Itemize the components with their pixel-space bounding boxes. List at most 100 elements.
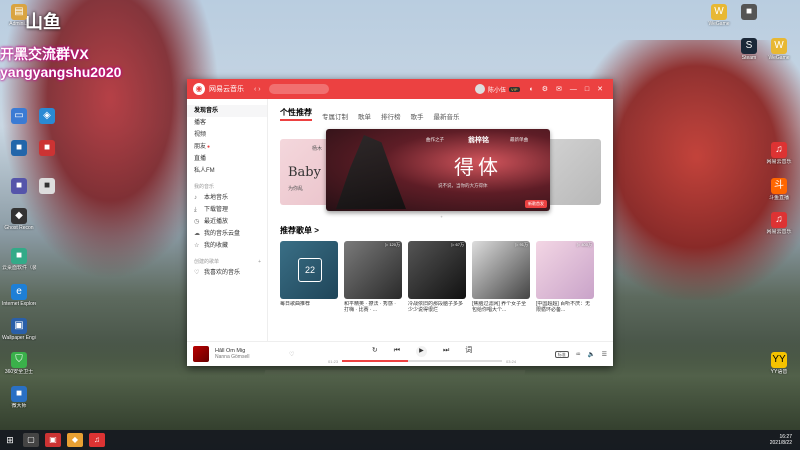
taskbar-app-icon[interactable]: ▢: [23, 433, 39, 447]
calendar-icon: 22: [298, 258, 322, 282]
desktop-icon-yy[interactable]: YY YY语音: [762, 352, 796, 375]
playlist-card[interactable]: ▷ 120万 和平精英 · 撩法 · 秀感 · 打嗨 · 比赛 · ...: [344, 241, 402, 313]
playlist-grid: 22 每日歌曲推荐 ▷ 120万 和平精英 · 撩法 · 秀感 · 打嗨 · 比…: [280, 241, 601, 313]
lyrics-icon[interactable]: 词: [465, 347, 472, 354]
volume-icon[interactable]: 🔈: [587, 352, 594, 358]
desktop-icon-netease-music[interactable]: ♫ 网易云音乐: [762, 142, 796, 165]
star-icon: ☆: [194, 243, 200, 249]
app-icon: ■: [39, 178, 55, 194]
desktop-icon[interactable]: ◈: [30, 108, 64, 125]
desktop-icon-netease-music[interactable]: ♫ 网易云音乐: [762, 212, 796, 235]
sidebar-item-video[interactable]: 视频: [187, 129, 267, 141]
playlist-cover: ▷ 91万: [472, 241, 530, 299]
skin-icon[interactable]: ◐: [530, 86, 534, 93]
desktop-icon[interactable]: ■: [30, 178, 64, 195]
music-icon: ♫: [771, 212, 787, 228]
sidebar-item-local-music[interactable]: ♪ 本地音乐: [187, 192, 267, 204]
desktop-icon[interactable]: ■ 微大师: [2, 386, 36, 409]
tab-artists[interactable]: 歌手: [411, 111, 424, 121]
desktop-icon-douyu[interactable]: 斗斗鱼直播: [762, 178, 796, 201]
desktop-icon[interactable]: ▤ Admini...: [2, 4, 36, 27]
sidebar-item-fm[interactable]: 私人FM: [187, 165, 267, 177]
gear-icon[interactable]: ⚙: [542, 85, 548, 93]
sidebar-item-downloads[interactable]: ⤓ 下载管理: [187, 204, 267, 216]
progress-slider[interactable]: [342, 360, 503, 362]
desktop-icon-wegame[interactable]: W WeGame: [762, 38, 796, 61]
music-icon: ♫: [771, 142, 787, 158]
maximize-icon[interactable]: □: [585, 86, 589, 93]
playlist-cover: 22: [280, 241, 338, 299]
desktop-icon-ghost-recon[interactable]: ◆ Ghost Recon: [2, 208, 36, 231]
sidebar-item-live[interactable]: 直播: [187, 153, 267, 165]
overlay-line-1: 开黑交流群VX: [0, 46, 89, 62]
sidebar-item-podcast[interactable]: 播客: [187, 117, 267, 129]
now-playing-info: Hâll Om Mig Nanna Gömsell: [215, 348, 285, 360]
system-clock[interactable]: 16:27 2021/8/22: [770, 434, 792, 446]
sidebar-item-recent[interactable]: ◷ 最近播放: [187, 216, 267, 228]
next-icon[interactable]: ⏭: [443, 347, 449, 354]
banner-artwork: [336, 135, 406, 209]
tab-custom[interactable]: 专属订制: [322, 111, 348, 121]
app-icon: ■: [11, 248, 27, 264]
section-title-recommended-playlists[interactable]: 推荐歌单 >: [280, 225, 601, 236]
title-bar[interactable]: ◉ 网易云音乐 ‹ › 陈小伍 VIP ◐ ⚙ ✉ — □ ✕: [187, 79, 613, 99]
banner-main[interactable]: 曲作之子 翁梓铭 最新单曲 得体 说不说，当你的大方得体 新歌首发: [326, 129, 550, 211]
playlist-queue-icon[interactable]: ☰: [602, 352, 607, 358]
avatar[interactable]: [475, 84, 486, 94]
sidebar-group-my-music: 我的音乐: [194, 184, 215, 190]
previous-icon[interactable]: ⏮: [394, 347, 400, 354]
banner-title: 得体: [454, 155, 502, 179]
taskbar-app-icon[interactable]: ◆: [67, 433, 83, 447]
sound-effect-icon[interactable]: ♒: [575, 352, 580, 358]
banner-artist: 翁梓铭: [468, 137, 489, 144]
taskbar-music-icon[interactable]: ♫: [89, 433, 105, 447]
desktop-icon-wallpaper-engine[interactable]: ▣Wallpaper Engine: ...: [2, 318, 36, 341]
music-app-window[interactable]: ◉ 网易云音乐 ‹ › 陈小伍 VIP ◐ ⚙ ✉ — □ ✕ 发现音乐 播客 …: [187, 79, 613, 366]
desktop-icon[interactable]: ■: [732, 4, 766, 21]
playlist-card[interactable]: ▷ 67万 冷战依旧的那段脑子多多少少说得很烂: [408, 241, 466, 313]
sidebar-item-liked[interactable]: ♡ 我喜欢的音乐: [187, 267, 267, 279]
minimize-icon[interactable]: —: [570, 86, 577, 93]
quality-button[interactable]: 标准: [554, 350, 569, 358]
banner-carousel[interactable]: 杨木 Baby 为你乱 曲作之子 翁梓铭 最新单曲 得体 说不说，当你的大方得体…: [280, 129, 601, 221]
sidebar-item-favorites[interactable]: ☆ 我的收藏: [187, 240, 267, 252]
sidebar: 发现音乐 播客 视频 朋友 ● 直播 私人FM 我的音乐 ♪ 本地音乐 ⤓ 下载管理 …: [187, 99, 268, 341]
desktop-icon[interactable]: ■云桌面软件（装在下载游戏）: [2, 248, 36, 271]
mail-icon[interactable]: ✉: [556, 85, 562, 93]
playlist-cover: ▷ 67万: [408, 241, 466, 299]
back-forward-arrows-icon[interactable]: ‹ ›: [254, 86, 261, 93]
carousel-dots[interactable]: •: [441, 215, 443, 221]
wallpaper-icon: ▣: [11, 318, 27, 334]
user-name[interactable]: 陈小伍: [488, 85, 506, 94]
desktop-icon[interactable]: ■: [30, 140, 64, 157]
close-icon[interactable]: ✕: [597, 85, 603, 93]
taskbar-app-icon[interactable]: ▣: [45, 433, 61, 447]
sidebar-item-discover[interactable]: 发现音乐: [187, 105, 267, 117]
song-artist[interactable]: Nanna Gömsell: [215, 354, 285, 360]
tab-new-music[interactable]: 最新音乐: [434, 111, 460, 121]
desktop-icon-wegame[interactable]: W WeGame: [702, 4, 736, 27]
tab-charts[interactable]: 排行榜: [381, 111, 401, 121]
desktop-icon-steam[interactable]: S Steam: [732, 38, 766, 61]
add-playlist-icon[interactable]: +: [258, 257, 261, 267]
playlist-card[interactable]: ▷ 400万 [中国超超] 百听不厌：无限循环必备...: [536, 241, 594, 313]
stream-overlay: 开黑交流群VX yangyangshu2020: [0, 45, 121, 81]
sidebar-item-friends[interactable]: 朋友 ●: [187, 141, 267, 153]
wegame-icon: W: [711, 4, 727, 20]
desktop-icon-ie[interactable]: e Internet Explorer: [2, 284, 36, 307]
loop-icon[interactable]: ↻: [372, 347, 378, 354]
search-input[interactable]: [268, 84, 329, 94]
time-current: 01:23: [328, 358, 339, 364]
windows-start-icon[interactable]: ⊞: [0, 435, 20, 446]
playlist-card[interactable]: ▷ 91万 [焦脑过滤网] 养个女子全包给你唱大个...: [472, 241, 530, 313]
now-playing-cover[interactable]: [193, 346, 209, 362]
play-button[interactable]: ▶: [415, 345, 427, 357]
sidebar-item-cloud[interactable]: ☁ 我的音乐云盘: [187, 228, 267, 240]
tab-playlists[interactable]: 歌单: [358, 111, 371, 121]
network-icon: ◈: [39, 108, 55, 124]
playlist-card[interactable]: 22 每日歌曲推荐: [280, 241, 338, 313]
download-icon: ⤓: [194, 207, 197, 213]
desktop-icon-360[interactable]: ⛉ 360安全卫士: [2, 352, 36, 375]
banner-tag: 新歌首发: [525, 200, 547, 208]
tab-recommend[interactable]: 个性推荐: [280, 107, 312, 121]
